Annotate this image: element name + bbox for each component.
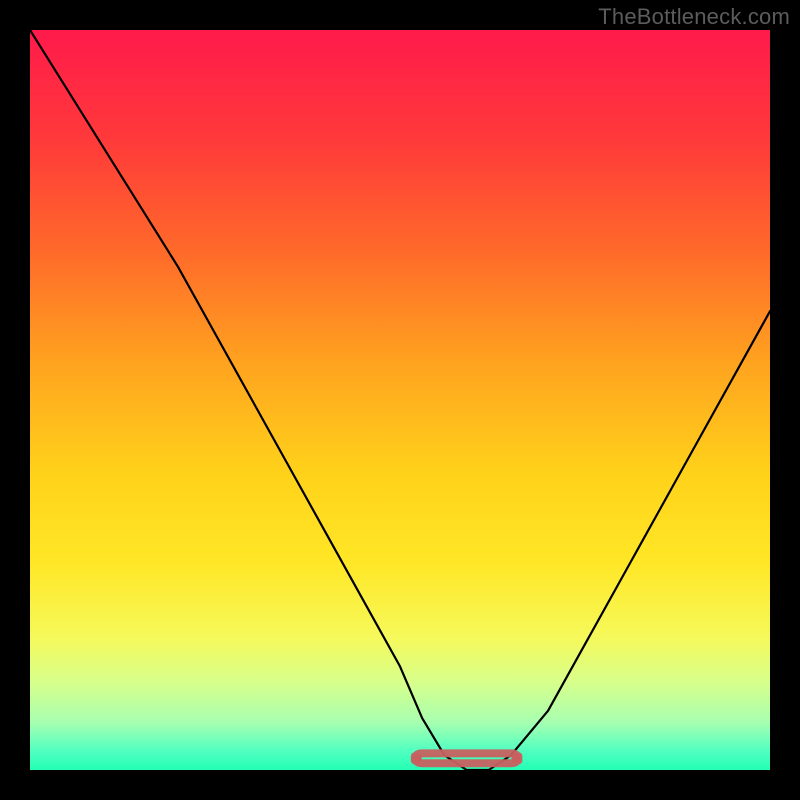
chart-frame: TheBottleneck.com (0, 0, 800, 800)
marker-end-dot (412, 753, 422, 763)
marker-end-dot (511, 753, 521, 763)
bottleneck-chart (0, 0, 800, 800)
plot-background (30, 30, 770, 770)
watermark-text: TheBottleneck.com (598, 4, 790, 30)
